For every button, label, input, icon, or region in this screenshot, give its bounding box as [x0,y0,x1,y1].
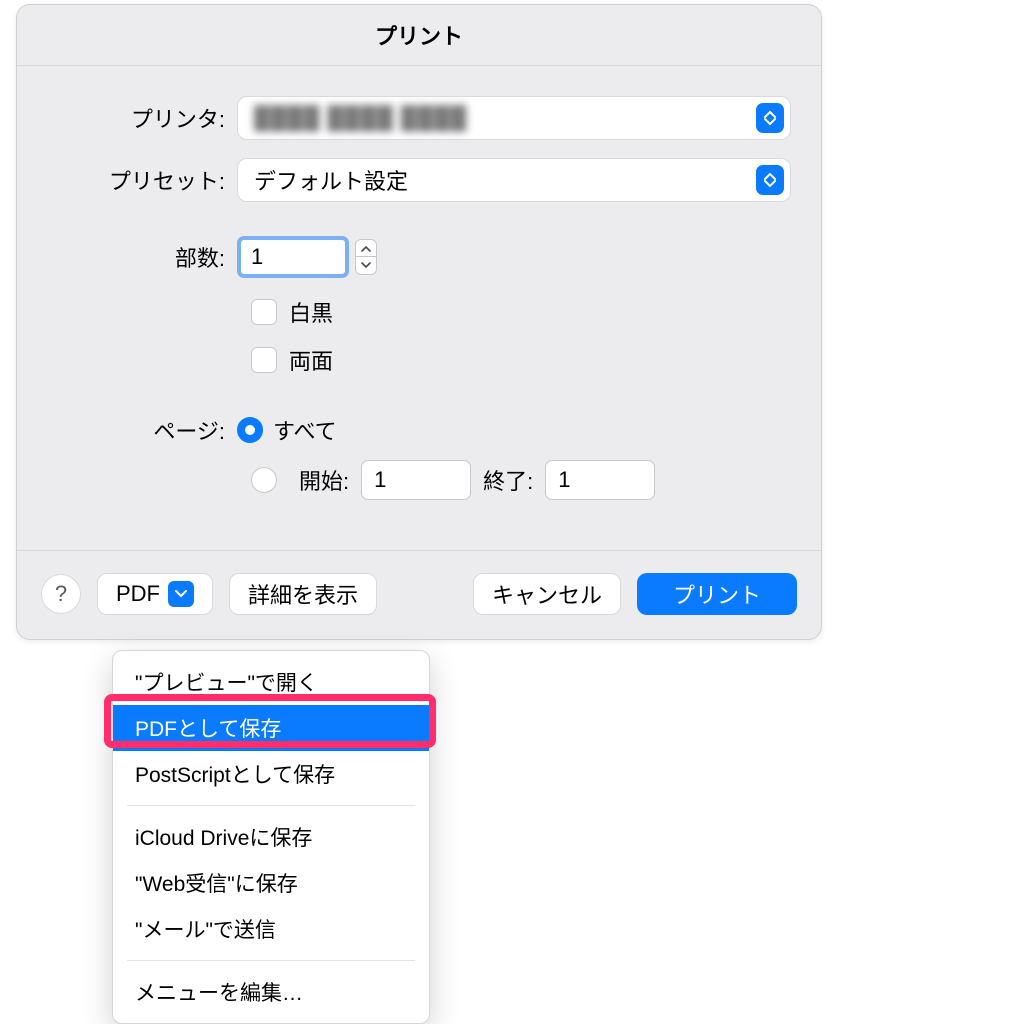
printer-row: プリンタ: ████ ████ ████ [47,96,791,140]
updown-icon [756,103,784,133]
pages-to-label: 終了: [483,464,533,496]
dialog-title: プリント [17,5,821,66]
bw-checkbox[interactable] [251,299,277,325]
print-button[interactable]: プリント [637,573,797,615]
printer-label: プリンタ: [47,102,237,134]
menu-edit-menu[interactable]: メニューを編集… [113,969,429,1015]
menu-separator [127,960,415,961]
copies-stepper [355,239,377,275]
menu-save-to-icloud[interactable]: iCloud Driveに保存 [113,814,429,860]
pages-range-radio[interactable] [251,467,277,493]
pages-all-label: すべて [273,414,337,446]
preset-select[interactable]: デフォルト設定 [237,158,791,202]
dialog-footer: ? PDF 詳細を表示 キャンセル プリント [17,551,821,639]
menu-separator [127,805,415,806]
pages-label: ページ: [47,414,237,446]
preset-row: プリセット: デフォルト設定 [47,158,791,202]
bw-label: 白黒 [289,296,333,328]
pages-from-label: 開始: [299,464,349,496]
printer-value: ████ ████ ████ [254,105,467,131]
pdf-menu-button[interactable]: PDF [97,573,213,615]
menu-send-in-mail[interactable]: "メール"で送信 [113,906,429,952]
help-button[interactable]: ? [41,574,81,614]
pages-from-input[interactable] [361,460,471,500]
stepper-down[interactable] [355,257,377,275]
bw-row: 白黒 [251,296,791,328]
chevron-down-icon [168,581,194,607]
printer-select[interactable]: ████ ████ ████ [237,96,791,140]
preset-value: デフォルト設定 [254,164,408,196]
menu-save-to-web[interactable]: "Web受信"に保存 [113,860,429,906]
pages-row: ページ: すべて [47,414,791,446]
duplex-checkbox[interactable] [251,347,277,373]
preset-label: プリセット: [47,164,237,196]
duplex-row: 両面 [251,344,791,376]
pages-to-input[interactable] [545,460,655,500]
menu-save-as-pdf[interactable]: PDFとして保存 [113,705,429,751]
menu-save-as-postscript[interactable]: PostScriptとして保存 [113,751,429,797]
pdf-dropdown-menu: "プレビュー"で開く PDFとして保存 PostScriptとして保存 iClo… [112,650,430,1024]
copies-input[interactable] [237,236,349,278]
pdf-label: PDF [116,581,160,607]
cancel-button[interactable]: キャンセル [473,573,621,615]
menu-open-in-preview[interactable]: "プレビュー"で開く [113,659,429,705]
dialog-content: プリンタ: ████ ████ ████ プリセット: デフォルト設定 部数: [17,66,821,520]
copies-row: 部数: [47,236,791,278]
print-dialog: プリント プリンタ: ████ ████ ████ プリセット: デフォルト設定 [16,4,822,640]
stepper-up[interactable] [355,239,377,257]
duplex-label: 両面 [289,344,333,376]
pages-all-radio[interactable] [237,417,263,443]
updown-icon [756,165,784,195]
show-details-button[interactable]: 詳細を表示 [229,573,377,615]
copies-label: 部数: [47,241,237,273]
pages-range-row: 開始: 終了: [251,460,791,500]
